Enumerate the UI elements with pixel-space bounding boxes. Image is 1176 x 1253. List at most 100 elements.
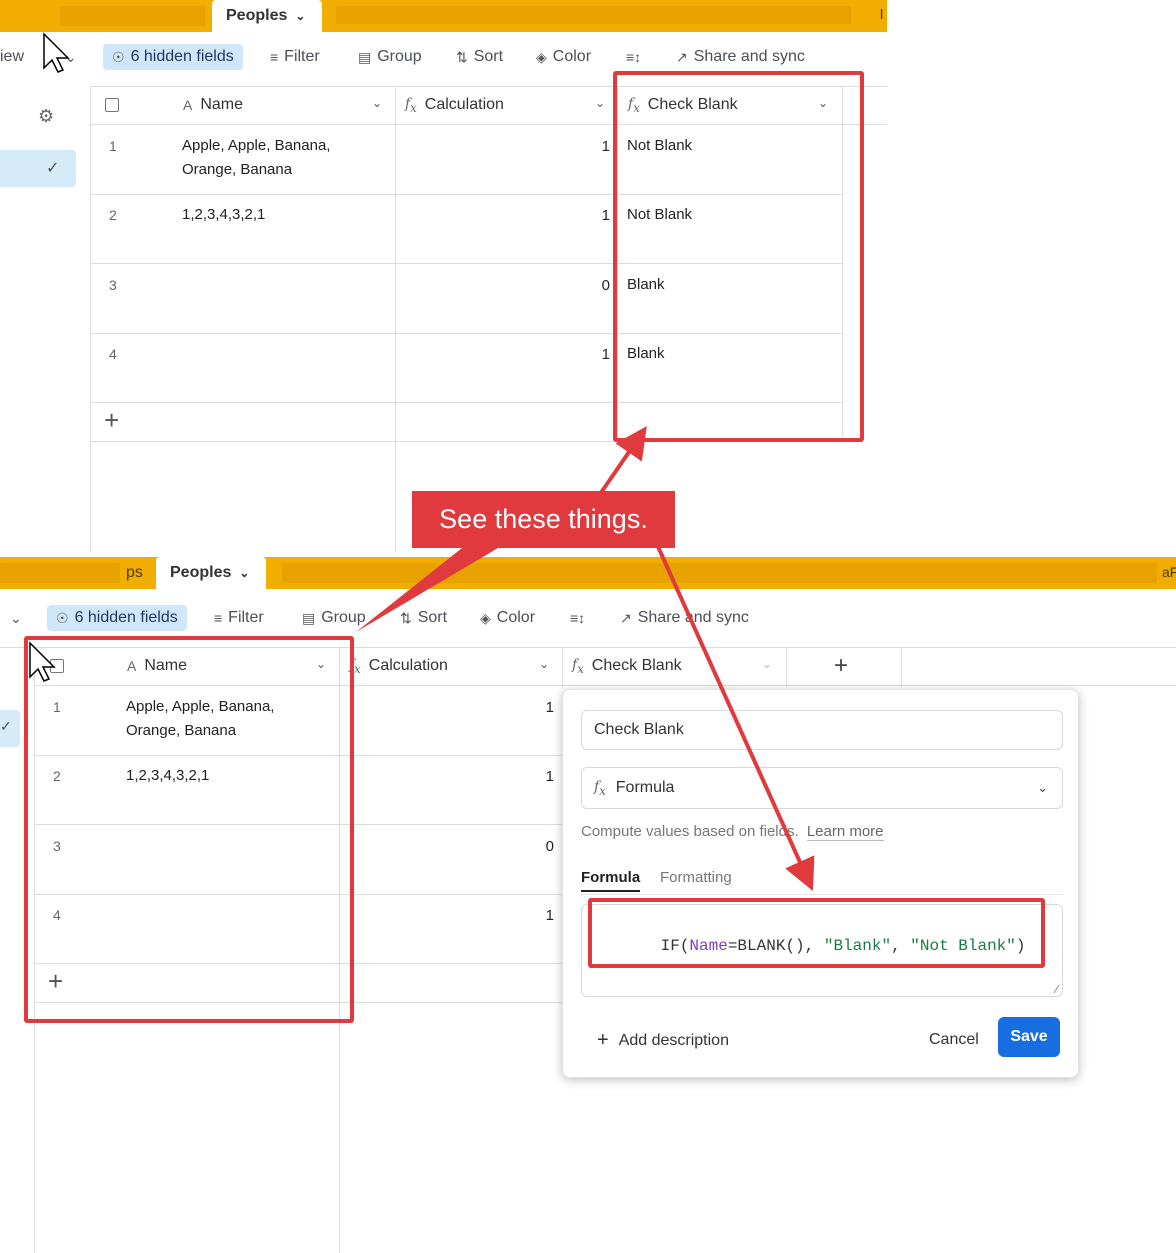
field-type-value: Formula xyxy=(615,779,675,796)
filter-button[interactable]: ≡ Filter xyxy=(270,48,320,66)
field-name-value: Check Blank xyxy=(594,721,684,738)
chevron-down-icon[interactable]: ⌄ xyxy=(295,9,305,23)
share-sync-button[interactable]: ↗ Share and sync xyxy=(676,48,805,66)
tab-formatting[interactable]: Formatting xyxy=(660,869,732,886)
external-link-icon: ↗ xyxy=(676,48,688,65)
row-number: 2 xyxy=(109,207,117,223)
bottom-header-calculation[interactable]: fx Calculation xyxy=(349,647,448,685)
users-icon: ☻ xyxy=(44,49,59,65)
chevron-down-icon[interactable]: ⌄ xyxy=(372,96,382,110)
group-icon: ▤ xyxy=(302,609,316,626)
chevron-down-icon[interactable]: ⌄ xyxy=(595,96,605,110)
field-type-select[interactable]: fx Formula ⌄ xyxy=(581,767,1063,809)
calculation-cell[interactable]: 1 xyxy=(590,346,610,363)
tab-formula-label: Formula xyxy=(581,869,641,886)
highlight-name-column xyxy=(24,636,354,1023)
resize-handle-icon[interactable]: ∕ xyxy=(1056,982,1058,996)
calculation-cell[interactable]: 1 xyxy=(590,207,610,224)
group-button[interactable]: ▤ Group xyxy=(358,48,422,66)
save-button[interactable]: Save xyxy=(998,1017,1060,1057)
top-header-calculation-label: Calculation xyxy=(424,96,504,113)
sort-button[interactable]: ⇅ Sort xyxy=(456,48,503,66)
top-sidebar-settings[interactable]: ⚙ xyxy=(38,106,54,127)
top-sidebar-selected-view[interactable]: ✓ xyxy=(0,150,76,187)
formula-icon: fx xyxy=(405,95,417,115)
name-cell[interactable]: 1,2,3,4,3,2,1 xyxy=(182,203,265,227)
calculation-cell[interactable]: 1 xyxy=(590,138,610,155)
color-button[interactable]: ◈ Color xyxy=(536,48,591,66)
add-description-label: Add description xyxy=(618,1031,729,1049)
highlight-check-blank-column xyxy=(613,71,864,442)
add-row-button[interactable]: + xyxy=(104,405,119,436)
chevron-down-icon[interactable]: ⌄ xyxy=(762,657,772,671)
bottom-tab-peoples-label: Peoples xyxy=(170,564,232,581)
external-link-icon: ↗ xyxy=(620,609,632,626)
row-height-icon: ≡↕ xyxy=(626,49,642,65)
sort-button[interactable]: ⇅ Sort xyxy=(400,609,447,627)
share-sync-label: Share and sync xyxy=(693,48,805,65)
filter-button[interactable]: ≡ Filter xyxy=(214,609,264,627)
check-icon: ✓ xyxy=(0,718,12,734)
add-description-button[interactable]: + Add description xyxy=(597,1029,729,1052)
chevron-down-icon[interactable]: ⌄ xyxy=(10,610,22,627)
filter-label: Filter xyxy=(228,609,264,626)
top-header-name[interactable]: A Name xyxy=(183,86,243,124)
add-field-button[interactable]: + xyxy=(834,652,848,680)
bottom-redacted-tab xyxy=(0,563,120,583)
row-height-button[interactable]: ≡↕ xyxy=(626,49,641,65)
hidden-fields-label: 6 hidden fields xyxy=(130,48,234,65)
top-tab-peoples[interactable]: Peoples ⌄ xyxy=(212,0,322,32)
group-button[interactable]: ▤ Group xyxy=(302,609,366,627)
filter-icon: ≡ xyxy=(270,49,279,65)
bottom-sidebar-selected-view[interactable]: ✓ xyxy=(0,710,20,747)
field-description: Compute values based on fields. Learn mo… xyxy=(581,823,884,841)
row-number: 3 xyxy=(109,277,117,293)
name-cell[interactable]: Apple, Apple, Banana, Orange, Banana xyxy=(182,134,330,182)
row-height-button[interactable]: ≡↕ xyxy=(570,610,585,626)
bottom-col-divider-2 xyxy=(562,647,563,687)
hidden-fields-button[interactable]: ☉ 6 hidden fields xyxy=(103,44,243,70)
select-all-checkbox[interactable] xyxy=(105,98,119,112)
row-height-icon: ≡↕ xyxy=(570,610,586,626)
bottom-tab-peoples[interactable]: Peoples ⌄ xyxy=(156,557,266,589)
calculation-cell[interactable]: 0 xyxy=(590,277,610,294)
bottom-col-divider-4 xyxy=(901,647,902,687)
chevron-down-icon[interactable]: ⌄ xyxy=(239,566,249,580)
group-icon: ▤ xyxy=(358,48,372,65)
field-config-popup: Check Blank fx Formula ⌄ Compute values … xyxy=(562,689,1079,1078)
annotation-callout: See these things. xyxy=(412,491,675,548)
group-label: Group xyxy=(377,48,422,65)
group-label: Group xyxy=(321,609,366,626)
chevron-down-icon[interactable]: ⌄ xyxy=(539,657,549,671)
chevron-down-icon: ⌄ xyxy=(64,48,77,65)
learn-more-link[interactable]: Learn more xyxy=(806,823,884,841)
filter-icon: ≡ xyxy=(214,610,223,626)
field-name-input[interactable]: Check Blank xyxy=(581,710,1063,750)
tab-formula[interactable]: Formula xyxy=(581,869,641,892)
top-tab-peoples-label: Peoples xyxy=(226,7,288,24)
bottom-header-check-blank-label: Check Blank xyxy=(591,657,682,674)
top-redacted-tab xyxy=(60,6,205,26)
sort-icon: ⇅ xyxy=(456,48,468,65)
share-sync-label: Share and sync xyxy=(637,609,749,626)
calculation-cell[interactable]: 1 xyxy=(534,699,554,716)
top-col-divider-1 xyxy=(395,86,396,552)
field-description-text: Compute values based on fields. xyxy=(581,823,799,840)
calculation-cell[interactable]: 0 xyxy=(534,838,554,855)
paint-bucket-icon: ◈ xyxy=(480,609,491,626)
hidden-fields-button[interactable]: ☉ 6 hidden fields xyxy=(47,605,187,631)
calculation-cell[interactable]: 1 xyxy=(534,907,554,924)
sort-icon: ⇅ xyxy=(400,609,412,626)
color-button[interactable]: ◈ Color xyxy=(480,609,535,627)
cancel-button[interactable]: Cancel xyxy=(929,1031,979,1049)
top-header-calculation[interactable]: fx Calculation xyxy=(405,86,504,124)
formula-icon: fx xyxy=(572,656,584,676)
share-sync-button[interactable]: ↗ Share and sync xyxy=(620,609,749,627)
calculation-cell[interactable]: 1 xyxy=(534,768,554,785)
hidden-fields-label: 6 hidden fields xyxy=(74,609,178,626)
view-switcher[interactable]: iew ☻ ⌄ xyxy=(0,48,76,66)
top-sidebar-border xyxy=(90,86,91,552)
chevron-down-icon: ⌄ xyxy=(1037,780,1048,795)
bottom-header-check-blank[interactable]: fx Check Blank xyxy=(572,647,682,685)
bottom-tab-fragment-left: ps xyxy=(126,564,143,581)
